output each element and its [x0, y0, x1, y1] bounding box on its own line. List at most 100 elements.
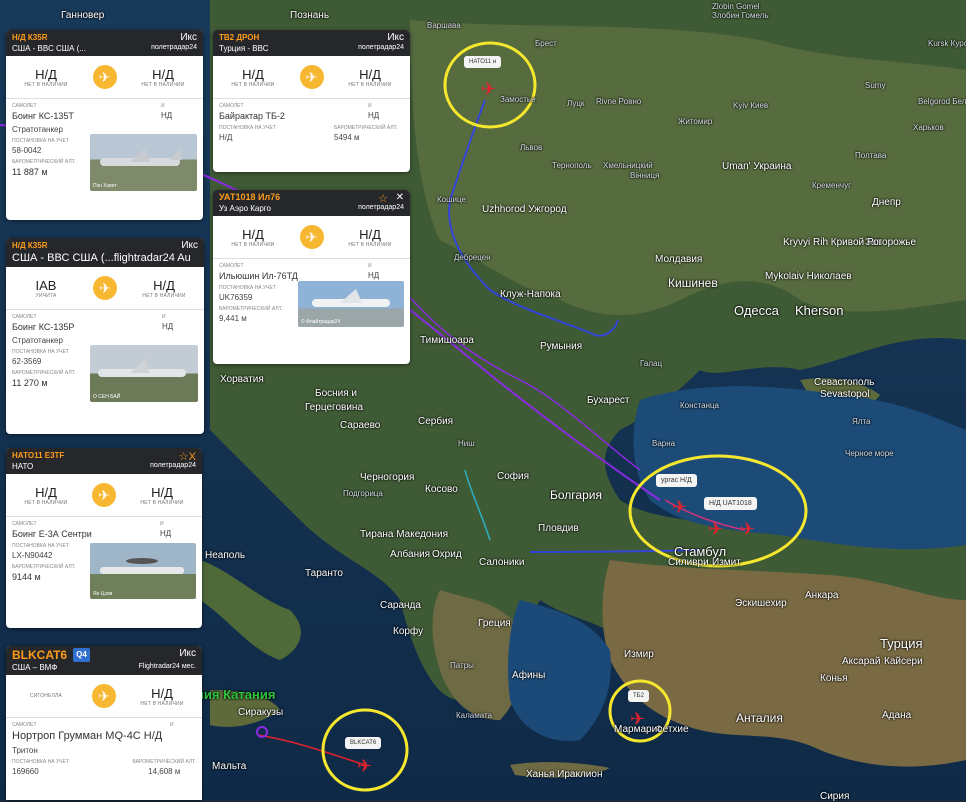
- aircraft-photo[interactable]: Ян Цзов: [90, 543, 196, 599]
- registration: LX-N90442: [12, 551, 76, 560]
- origin-code: Н/Д: [223, 227, 283, 242]
- aircraft-photo[interactable]: О СЕН БАЙ: [90, 345, 198, 402]
- dest-code: Н/Д: [340, 67, 400, 82]
- map-label: Клуж-Напока: [500, 290, 561, 300]
- aircraft-icon-2: ✈: [708, 519, 723, 540]
- map-label: Саранда: [380, 601, 421, 611]
- close-button[interactable]: Икс: [387, 32, 404, 43]
- map-label: Турция: [880, 637, 923, 650]
- aircraft-icon-3: ✈: [740, 519, 755, 540]
- map-label: Тимишоара: [420, 336, 474, 346]
- map-label: Кошице: [437, 196, 466, 204]
- map-label: Ганновер: [61, 11, 104, 21]
- map-label: Ниш: [458, 440, 475, 448]
- map-label: Севастополь: [814, 378, 874, 388]
- map-label: Варшава: [427, 22, 461, 30]
- flight-card-blkcat6[interactable]: BLKCAT6Q4 Икс США – ВМФFlightradar24 мес…: [6, 646, 202, 800]
- dest-city: НЕТ В НАЛИЧИИ: [133, 82, 193, 88]
- flight-card-k35r-2[interactable]: Н/Д К35R Икс США - ВВС США (...flightrad…: [6, 238, 204, 434]
- close-button[interactable]: Икс: [181, 240, 198, 251]
- registration: 62-3569: [12, 357, 76, 366]
- map-label: Эскишехир: [735, 599, 787, 609]
- photo-credit: О СЕН БАЙ: [93, 394, 120, 400]
- map-label: Вінниця: [630, 172, 659, 180]
- origin-city: НЕТ В НАЛИЧИИ: [223, 82, 283, 88]
- map-label: Болгария: [550, 489, 602, 501]
- map-label: Черногория: [360, 473, 414, 483]
- map-label: Луцк: [567, 100, 584, 108]
- side-value: НД: [368, 111, 404, 120]
- field-label: БАРОМЕТРИЧЕСКИЙ АЛТ.: [133, 759, 197, 765]
- map-label: Констанца: [680, 402, 719, 410]
- map-label: Силиври: [668, 558, 709, 568]
- map-label: Салоники: [479, 558, 524, 568]
- dest-code: Н/Д: [132, 686, 192, 701]
- source: полетрадар24: [358, 44, 404, 53]
- field-label: ПОСТАНОВКА НА УЧЕТ: [12, 543, 76, 549]
- track-tag[interactable]: BLKCAT6: [345, 737, 381, 749]
- map-label: Kursk Курск: [928, 40, 966, 48]
- aircraft-photo[interactable]: Пэн Хэвет: [90, 134, 197, 191]
- field-label: БАРОМЕТРИЧЕСКИЙ АЛТ.: [12, 564, 76, 570]
- map-label: Кишинев: [668, 277, 718, 289]
- field-label: САМОЛЕТ: [219, 263, 298, 269]
- map-label: Сиракузы: [238, 708, 283, 718]
- map-label: Uzhhorod Ужгород: [482, 205, 567, 215]
- dest-city: НЕТ В НАЛИЧИИ: [340, 82, 400, 88]
- callsign: УАТ1018 Ил76: [219, 192, 404, 203]
- map-label: Одесса: [734, 304, 779, 317]
- map-label: Брест: [535, 40, 557, 48]
- plane-icon: ✈: [300, 65, 324, 89]
- operator: Турция - ВВС: [219, 44, 268, 53]
- close-button[interactable]: ☆X: [179, 450, 196, 463]
- flight-card-uat1018[interactable]: УАТ1018 Ил76 ☆ ✕ Уз Аэро Каргополетрадар…: [213, 190, 410, 364]
- aircraft-type: Ильюшин Ил-76ТД: [219, 271, 298, 281]
- aircraft-photo[interactable]: © Флайтрадар24: [298, 281, 404, 327]
- flight-card-nato11[interactable]: НАТО11 E3TF ☆X НАТОполетрадар24 Н/ДНЕТ В…: [6, 448, 202, 628]
- track-tag[interactable]: Н/Д UAT1018: [704, 497, 757, 510]
- altitude: 14,608 м: [133, 767, 197, 776]
- close-button[interactable]: Икс: [179, 648, 196, 659]
- card-header: НАТО11 E3TF ☆X НАТОполетрадар24: [6, 448, 202, 474]
- plane-icon: ✈: [300, 225, 324, 249]
- flight-card-k35r-1[interactable]: Н/Д К35R Икс США - ВВС США (...полетрада…: [6, 30, 203, 220]
- route: IABУИЧИТА ✈ Н/ДНЕТ В НАЛИЧИИ: [6, 267, 204, 310]
- map-label: Злобин Гомель: [712, 12, 769, 20]
- callsign: BLKCAT6Q4: [12, 648, 196, 662]
- field-label: ПОСТАНОВКА НА УЧЕТ: [219, 125, 276, 131]
- field-label: САМОЛЕТ: [219, 103, 285, 109]
- map-label: Rivne Ровно: [596, 98, 641, 106]
- map-label: София: [497, 472, 529, 482]
- map-label: Belgorod Белгород: [918, 98, 966, 106]
- aircraft-type: Боинг КС-135Т: [12, 111, 74, 121]
- map-label: Конья: [820, 674, 848, 684]
- operator: НАТО: [12, 462, 33, 471]
- aircraft-sub: Тритон: [12, 746, 162, 755]
- map-label: Босния и: [315, 389, 357, 399]
- flight-card-tb2[interactable]: ТВ2 ДРОН Икс Турция - ВВСполетрадар24 Н/…: [213, 30, 410, 172]
- close-button[interactable]: ✕: [396, 192, 404, 203]
- map-label: Mykolaiv Николаев: [765, 272, 852, 282]
- card-header: Н/Д К35R Икс США - ВВС США (...полетрада…: [6, 30, 203, 56]
- close-button[interactable]: Икс: [180, 32, 197, 43]
- aircraft-sub: Стратотанкер: [12, 125, 74, 134]
- origin-code: Н/Д: [16, 67, 76, 82]
- star-icon[interactable]: ☆: [378, 192, 388, 205]
- map-label: Патры: [450, 662, 474, 670]
- map-label: Анкара: [805, 591, 838, 601]
- dest-code: Н/Д: [340, 227, 400, 242]
- photo-credit: Ян Цзов: [93, 591, 112, 597]
- map-label: Львов: [520, 144, 542, 152]
- map-label: Афины: [512, 671, 545, 681]
- field-label: И: [162, 314, 198, 320]
- dest-code: Н/Д: [133, 67, 193, 82]
- track-tag[interactable]: ТБ2: [628, 690, 649, 702]
- track-tag[interactable]: ургас Н/Д: [656, 474, 697, 487]
- aircraft-type: Нортроп Грумман MQ-4C Н/Д: [12, 730, 162, 742]
- callsign: НАТО11 E3TF: [12, 450, 196, 461]
- source: полетрадар24: [358, 204, 404, 213]
- track-tag[interactable]: НАТО11 н: [464, 56, 501, 68]
- map-label: Кайсери: [884, 657, 923, 667]
- map-label: Аксарай: [842, 657, 880, 667]
- aircraft-icon-nato: ✈: [481, 79, 496, 100]
